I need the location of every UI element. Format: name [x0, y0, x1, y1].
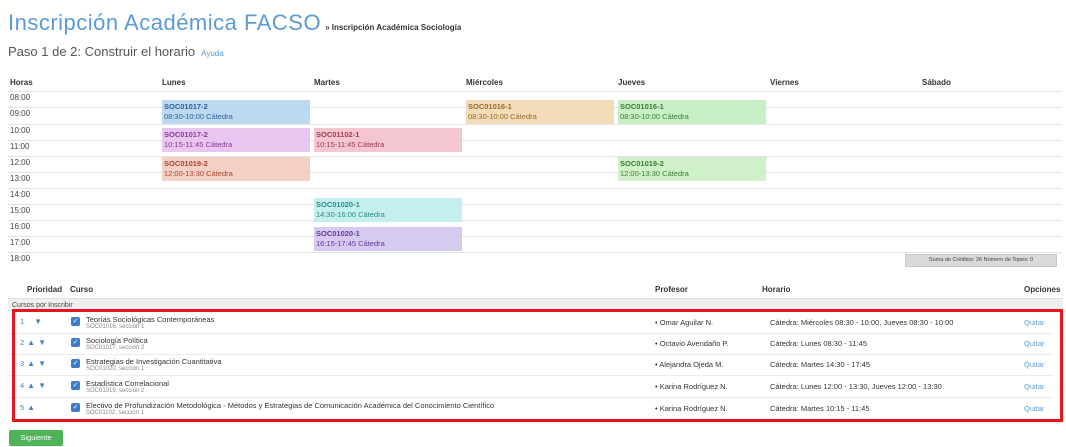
header-course: Curso: [70, 285, 94, 294]
schedule-block[interactable]: SOC01020-1 14:30-16:00 Cátedra: [314, 198, 462, 222]
col-header-tuesday: Martes: [314, 78, 340, 87]
block-code: SOC01020-1: [316, 200, 360, 209]
hour-line: [8, 252, 1062, 253]
block-time: 16:15-17:45 Cátedra: [316, 239, 385, 248]
block-time: 10:15-11:45 Cátedra: [316, 140, 385, 149]
block-code: SOC01016-1: [468, 102, 512, 111]
hour-label: 12:00: [10, 158, 31, 167]
page-title: Inscripción Académica FACSO» Inscripción…: [8, 10, 461, 36]
block-time: 08:30-10:00 Cátedra: [468, 112, 537, 121]
hour-label: 17:00: [10, 238, 31, 247]
col-header-saturday: Sábado: [922, 78, 951, 87]
schedule-block[interactable]: SOC01102-1 10:15-11:45 Cátedra: [314, 128, 462, 152]
hour-label: 15:00: [10, 206, 31, 215]
block-code: SOC01102-1: [316, 130, 360, 139]
block-code: SOC01020-1: [316, 229, 360, 238]
hour-label: 11:00: [10, 142, 30, 151]
block-time: 08:30-10:00 Cátedra: [164, 112, 233, 121]
hour-label: 08:00: [10, 93, 31, 102]
header-priority: Prioridad: [27, 285, 63, 294]
schedule-grid: Horas Lunes Martes Miércoles Jueves Vier…: [8, 78, 1063, 268]
block-code: SOC01019-2: [620, 159, 664, 168]
block-time: 12:00-13:30 Cátedra: [164, 169, 233, 178]
schedule-block[interactable]: SOC01020-1 16:15-17:45 Cátedra: [314, 227, 462, 251]
block-time: 12:00-13:30 Cátedra: [620, 169, 689, 178]
next-button[interactable]: Siguiente: [9, 430, 63, 446]
header-options: Opciones: [1024, 285, 1061, 294]
schedule-block[interactable]: SOC01017-2 08:30-10:00 Cátedra: [162, 100, 310, 124]
block-time: 14:30-16:00 Cátedra: [316, 210, 385, 219]
block-code: SOC01019-2: [164, 159, 208, 168]
hour-label: 10:00: [10, 126, 31, 135]
highlight-box: [12, 309, 1063, 422]
block-code: SOC01017-2: [164, 130, 208, 139]
hour-label: 18:00: [10, 254, 31, 263]
credits-summary: Suma de Créditos: 26 Número de Topes: 0: [905, 254, 1057, 267]
block-time: 10:15-11:45 Cátedra: [164, 140, 233, 149]
block-code: SOC01016-1: [620, 102, 664, 111]
col-header-monday: Lunes: [162, 78, 186, 87]
step-indicator: Paso 1 de 2: Construir el horario Ayuda: [8, 44, 224, 59]
hour-label: 09:00: [10, 109, 31, 118]
schedule-block[interactable]: SOC01016-1 08:30-10:00 Cátedra: [466, 100, 614, 124]
schedule-block[interactable]: SOC01019-2 12:00-13:30 Cátedra: [618, 157, 766, 181]
help-link[interactable]: Ayuda: [201, 49, 224, 58]
step-text: Paso 1 de 2: Construir el horario: [8, 44, 196, 59]
hour-label: 14:00: [10, 190, 31, 199]
page-subtitle: » Inscripción Académica Sociología: [325, 23, 462, 32]
col-header-thursday: Jueves: [618, 78, 646, 87]
hour-line: [8, 124, 1062, 125]
col-header-wednesday: Miércoles: [466, 78, 503, 87]
hour-line: [8, 188, 1062, 189]
header-professor: Profesor: [655, 285, 688, 294]
hour-line: [8, 220, 1062, 221]
hour-label: 13:00: [10, 174, 31, 183]
hour-line: [8, 91, 1062, 92]
schedule-block[interactable]: SOC01019-2 12:00-13:30 Cátedra: [162, 157, 310, 181]
block-time: 08:30-10:00 Cátedra: [620, 112, 689, 121]
col-header-hours: Horas: [10, 78, 33, 87]
schedule-block[interactable]: SOC01016-1 08:30-10:00 Cátedra: [618, 100, 766, 124]
header-schedule: Horario: [762, 285, 791, 294]
page-title-text: Inscripción Académica FACSO: [8, 10, 322, 35]
hour-line: [8, 236, 1062, 237]
hour-line: [8, 204, 1062, 205]
col-header-friday: Viernes: [770, 78, 799, 87]
schedule-block[interactable]: SOC01017-2 10:15-11:45 Cátedra: [162, 128, 310, 152]
block-code: SOC01017-2: [164, 102, 208, 111]
hour-label: 16:00: [10, 222, 31, 231]
